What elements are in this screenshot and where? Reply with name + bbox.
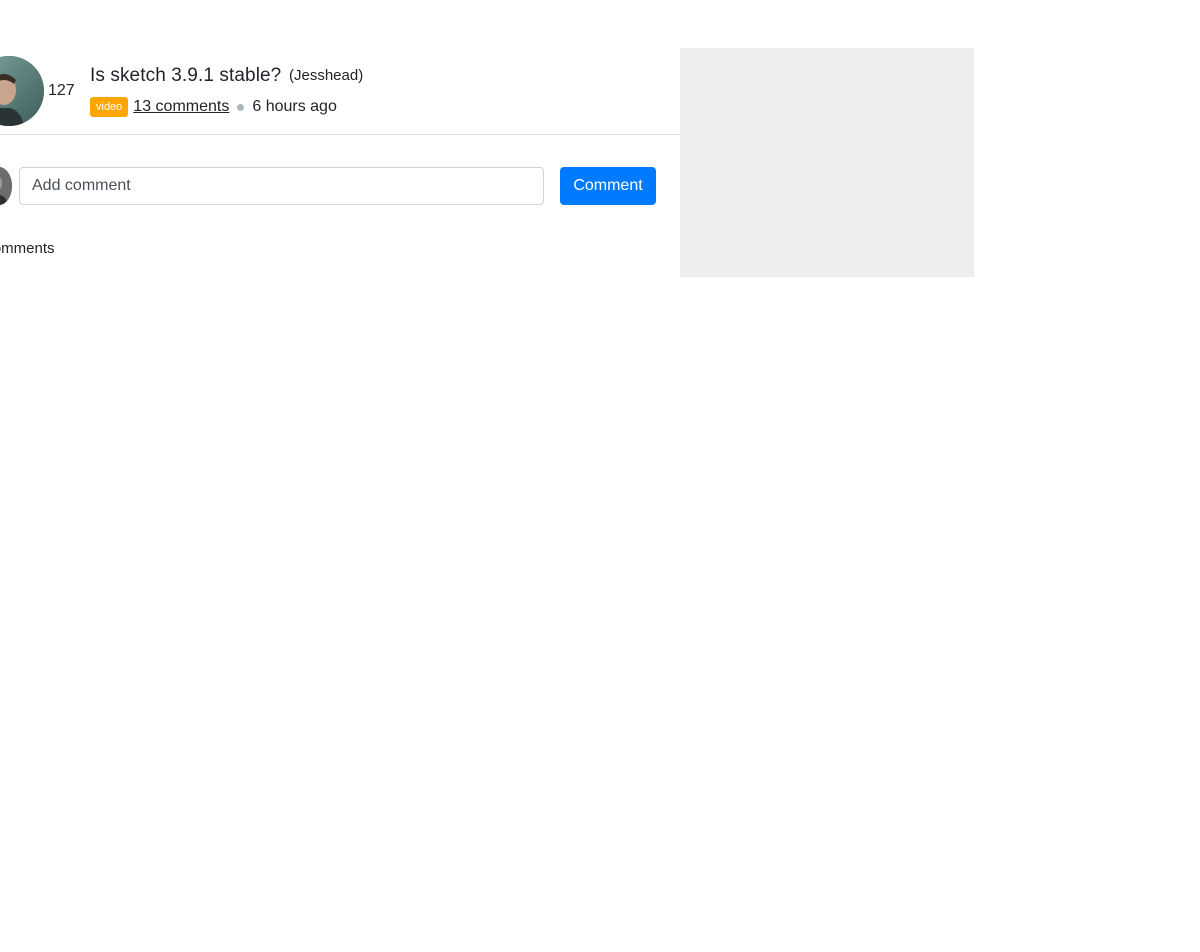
comments-heading: Comments (0, 240, 55, 257)
author-avatar[interactable] (0, 56, 44, 126)
post-meta: video 13 comments 6 hours ago (90, 97, 337, 117)
comment-submit-button[interactable]: Comment (560, 167, 656, 205)
post-timestamp: 6 hours ago (252, 98, 337, 115)
page: 127 Is sketch 3.9.1 stable? (Jesshead) v… (0, 0, 1200, 952)
post-header: 127 Is sketch 3.9.1 stable? (Jesshead) v… (0, 48, 680, 135)
comments-count-link[interactable]: 13 comments (133, 98, 229, 116)
vote-count: 127 (48, 82, 75, 99)
user-avatar-icon (0, 167, 12, 205)
avatar-photo-icon (0, 56, 44, 126)
add-comment-input[interactable] (19, 167, 544, 205)
sidebar-placeholder (680, 48, 974, 277)
post-author: (Jesshead) (289, 67, 364, 84)
post-title[interactable]: Is sketch 3.9.1 stable? (90, 65, 281, 87)
dot-separator-icon (237, 103, 245, 111)
current-user-avatar (0, 167, 12, 205)
video-badge: video (90, 97, 129, 117)
